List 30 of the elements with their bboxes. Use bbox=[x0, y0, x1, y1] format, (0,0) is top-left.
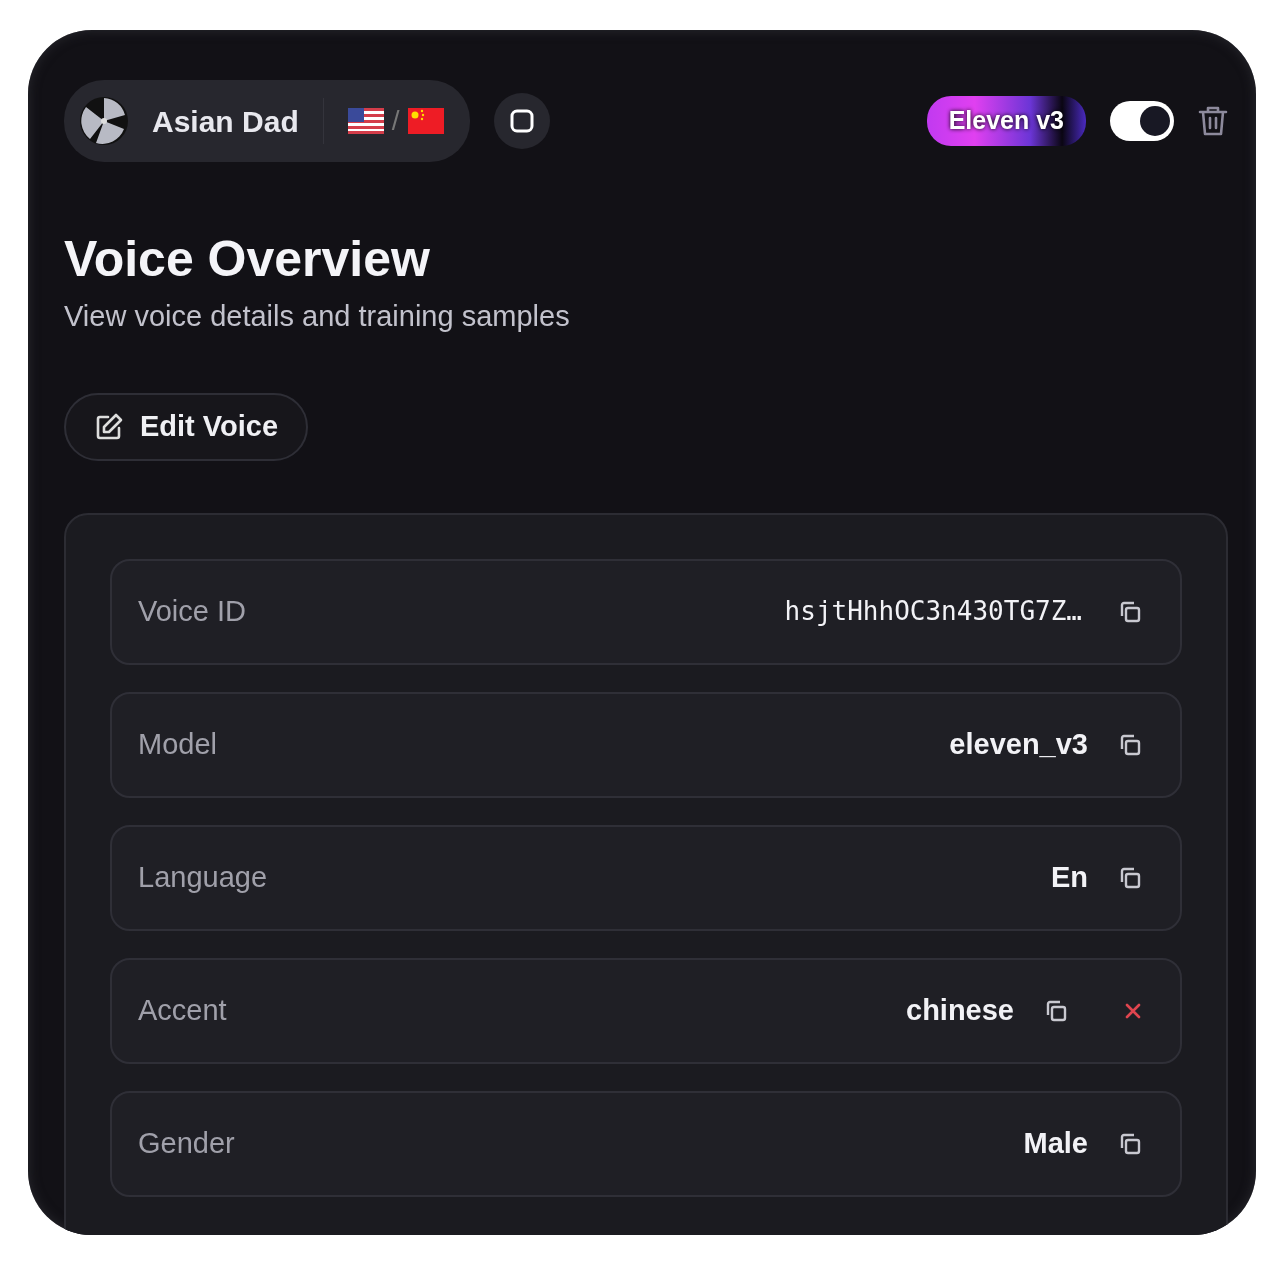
voice-name: Asian Dad bbox=[152, 103, 299, 140]
delete-icon[interactable] bbox=[1198, 105, 1228, 137]
edit-voice-button[interactable]: Edit Voice bbox=[64, 392, 309, 461]
remove-icon[interactable] bbox=[1124, 1001, 1142, 1020]
page-subtitle: View voice details and training samples bbox=[64, 299, 571, 334]
field-label: Model bbox=[138, 726, 217, 762]
copy-icon[interactable] bbox=[1118, 865, 1142, 890]
flag-icon bbox=[347, 108, 384, 134]
field-label: Language bbox=[138, 859, 268, 895]
stop-icon bbox=[509, 109, 534, 133]
separator-text: / bbox=[391, 104, 400, 138]
field-label: Voice ID bbox=[138, 593, 246, 629]
toggle-switch[interactable] bbox=[1110, 101, 1174, 141]
avatar-icon bbox=[80, 97, 128, 145]
field-value: chinese bbox=[906, 992, 1014, 1028]
field-value: Male bbox=[1023, 1125, 1088, 1161]
copy-icon[interactable] bbox=[1118, 732, 1142, 757]
page-title: Voice Overview bbox=[64, 232, 431, 287]
field-label: Accent bbox=[138, 992, 227, 1028]
field-value: eleven_v3 bbox=[949, 726, 1088, 762]
field-value: hsjtHhhOC3n430TG7Z… bbox=[784, 595, 1082, 628]
field-label: Gender bbox=[138, 1125, 235, 1161]
copy-icon[interactable] bbox=[1118, 1131, 1142, 1156]
voice-selector[interactable]: Asian Dad / bbox=[64, 80, 470, 162]
copy-icon[interactable] bbox=[1118, 599, 1142, 624]
model-badge: Eleven v3 bbox=[926, 96, 1086, 146]
copy-icon[interactable] bbox=[1044, 998, 1068, 1023]
flag-icon bbox=[407, 108, 444, 134]
field-value: En bbox=[1050, 859, 1088, 895]
pencil-icon bbox=[94, 411, 124, 442]
